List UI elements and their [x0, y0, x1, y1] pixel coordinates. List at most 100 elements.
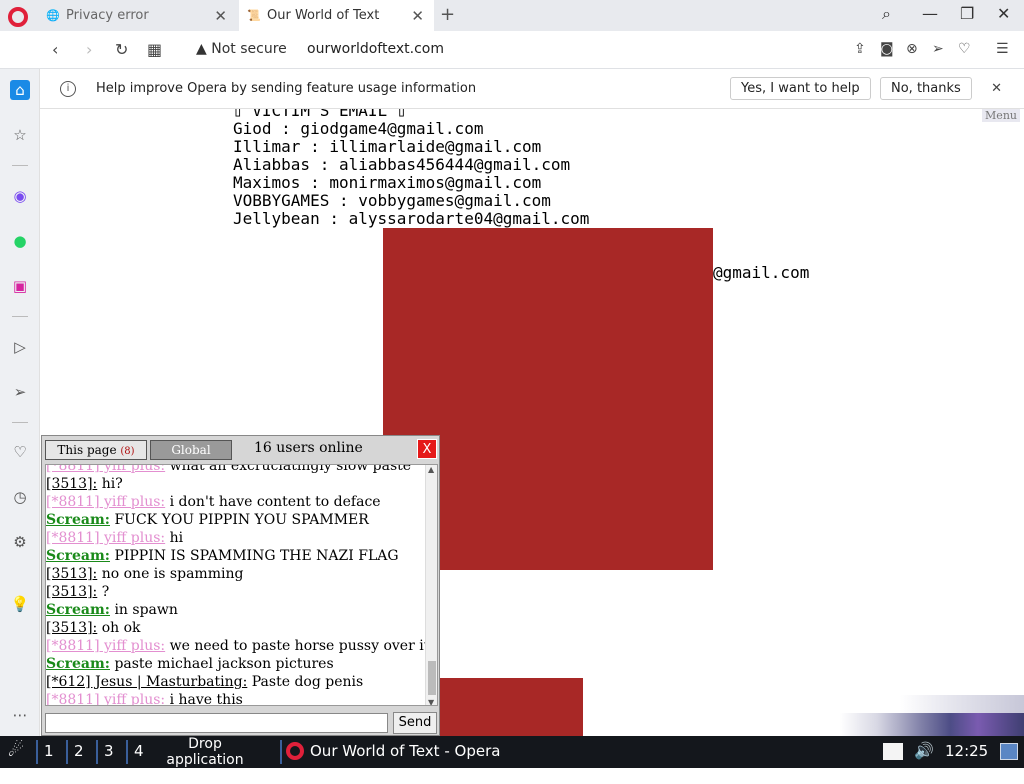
camera-icon[interactable]: ◙: [880, 41, 894, 57]
share-icon[interactable]: ⇪: [854, 41, 866, 57]
chat-nick[interactable]: [*8811] yiff plus:: [46, 494, 165, 510]
speed-dial-icon[interactable]: ☆: [10, 125, 30, 145]
chat-text: paste michael jackson pictures: [114, 656, 334, 672]
send-icon[interactable]: ➢: [10, 382, 30, 402]
chat-input[interactable]: [45, 713, 388, 733]
minimize-icon[interactable]: —: [922, 4, 938, 23]
chat-text: oh ok: [101, 620, 141, 636]
workspace-1[interactable]: 1: [44, 742, 54, 760]
send-icon[interactable]: ➢: [932, 41, 944, 57]
globe-icon: 🌐: [46, 9, 60, 22]
chat-send-button[interactable]: Send: [393, 712, 437, 734]
scroll-thumb[interactable]: [428, 661, 436, 695]
tab-our-world-of-text[interactable]: 📜 Our World of Text ✕: [239, 0, 434, 31]
text-line: Jellybean : alyssarodarte04@gmail.com: [233, 209, 590, 228]
chat-nick[interactable]: [*8811] yiff plus:: [46, 638, 165, 654]
close-window-icon[interactable]: ✕: [997, 4, 1010, 23]
history-icon[interactable]: ◷: [10, 487, 30, 507]
chat-message: [*8811] yiff plus: we need to paste hors…: [46, 637, 429, 655]
divider: [12, 316, 28, 317]
notes-tray-icon[interactable]: [883, 743, 903, 760]
text-line: Aliabbas : aliabbas456444@gmail.com: [233, 155, 571, 174]
restore-icon[interactable]: ❐: [960, 4, 974, 23]
chat-nick[interactable]: [*612] Jesus | Masturbating:: [46, 674, 247, 690]
text-line: Illimar : illimarlaide@gmail.com: [233, 137, 542, 156]
easy-setup-icon[interactable]: ☰: [996, 41, 1009, 57]
opera-menu-icon[interactable]: [8, 7, 28, 27]
chat-text: hi: [169, 530, 184, 546]
chat-text: PIPPIN IS SPAMMING THE NAZI FLAG: [114, 548, 399, 564]
chat-nick[interactable]: [*8811] yiff plus:: [46, 465, 165, 474]
divider: [66, 740, 68, 764]
desktop-tray-icon[interactable]: [1000, 743, 1018, 760]
workspace-3[interactable]: 3: [104, 742, 114, 760]
url-field[interactable]: ourworldoftext.com: [307, 41, 444, 57]
text-line: VOBBYGAMES : vobbygames@gmail.com: [233, 191, 551, 210]
scroll-down-icon[interactable]: ▼: [428, 698, 434, 705]
text-line: Maximos : monirmaximos@gmail.com: [233, 173, 542, 192]
chat-text: FUCK YOU PIPPIN YOU SPAMMER: [114, 512, 369, 528]
launcher-drop-hint: Drop application icons here: [166, 736, 244, 784]
reload-icon[interactable]: ↻: [115, 40, 128, 59]
security-indicator[interactable]: ▲ Not secure: [196, 41, 287, 57]
chat-nick[interactable]: Scream:: [46, 602, 110, 618]
chat-message: Scream: paste michael jackson pictures: [46, 655, 334, 673]
world-menu-button[interactable]: Menu: [982, 109, 1020, 122]
chat-scrollbar[interactable]: ▲ ▼: [425, 465, 437, 705]
chat-message: [3513]: no one is spamming: [46, 565, 243, 583]
close-infobar-icon[interactable]: ✕: [991, 81, 1002, 96]
forward-icon[interactable]: ›: [86, 40, 92, 59]
tab-privacy-error[interactable]: 🌐 Privacy error ✕: [38, 0, 237, 31]
lightbulb-icon[interactable]: 💡: [10, 594, 30, 614]
settings-icon[interactable]: ⚙: [10, 532, 30, 552]
chat-message: Scream: in spawn: [46, 601, 178, 619]
chat-log[interactable]: [*8811] yiff plus: what an excruciatingl…: [45, 464, 438, 706]
chat-message: Scream: FUCK YOU PIPPIN YOU SPAMMER: [46, 511, 369, 529]
heart-icon[interactable]: ♡: [958, 41, 971, 57]
chat-tab-global[interactable]: Global: [150, 440, 232, 460]
chat-message: Scream: PIPPIN IS SPAMMING THE NAZI FLAG: [46, 547, 399, 565]
chat-message: [3513]: hi?: [46, 475, 123, 493]
more-icon[interactable]: ⋯: [10, 705, 30, 725]
heart-icon[interactable]: ♡: [10, 442, 30, 462]
chat-nick[interactable]: [*8811] yiff plus:: [46, 530, 165, 546]
tabs-grid-icon[interactable]: ▦: [147, 40, 162, 59]
chat-close-button[interactable]: X: [417, 439, 437, 459]
back-icon[interactable]: ‹: [52, 40, 58, 59]
text-line: Giod : giodgame4@gmail.com: [233, 119, 484, 138]
adblock-icon[interactable]: ⊗: [906, 41, 918, 57]
decline-button[interactable]: No, thanks: [880, 77, 972, 100]
close-tab-icon[interactable]: ✕: [214, 7, 227, 25]
new-tab-button[interactable]: +: [440, 4, 455, 25]
accept-button[interactable]: Yes, I want to help: [730, 77, 871, 100]
chat-nick[interactable]: [*8811] yiff plus:: [46, 692, 165, 705]
taskbar-app-opera[interactable]: Our World of Text - Opera: [286, 742, 500, 760]
start-menu-icon[interactable]: ☄: [8, 740, 24, 761]
home-icon[interactable]: ⌂: [10, 80, 30, 100]
chat-nick[interactable]: Scream:: [46, 656, 110, 672]
tab-bar: 🌐 Privacy error ✕ 📜 Our World of Text ✕ …: [0, 0, 1024, 31]
text-line: @gmail.com: [713, 263, 810, 282]
player-icon[interactable]: ▷: [10, 337, 30, 357]
chat-nick[interactable]: [3513]:: [46, 584, 97, 600]
address-bar: ‹ › ↻ ▦ ▲ Not secure ourworldoftext.com …: [0, 31, 1024, 69]
chat-nick[interactable]: Scream:: [46, 548, 110, 564]
volume-icon[interactable]: 🔊: [914, 741, 934, 760]
close-tab-icon[interactable]: ✕: [411, 7, 424, 25]
chat-tab-this-page[interactable]: This page (8): [45, 440, 147, 460]
whatsapp-icon[interactable]: ●: [10, 231, 30, 251]
chat-message: [*8811] yiff plus: i have this: [46, 691, 243, 705]
site-favicon-icon: 📜: [247, 9, 261, 22]
workspace-4[interactable]: 4: [134, 742, 144, 760]
instagram-icon[interactable]: ▣: [10, 276, 30, 296]
scroll-up-icon[interactable]: ▲: [428, 465, 434, 474]
workspace-2[interactable]: 2: [74, 742, 84, 760]
search-tabs-icon[interactable]: ⌕: [882, 4, 891, 24]
chat-nick[interactable]: [3513]:: [46, 476, 97, 492]
clock: 12:25: [945, 742, 989, 760]
chat-nick[interactable]: Scream:: [46, 512, 110, 528]
chat-nick[interactable]: [3513]:: [46, 566, 97, 582]
chat-nick[interactable]: [3513]:: [46, 620, 97, 636]
messenger-icon[interactable]: ◉: [10, 186, 30, 206]
tab-label: Privacy error: [66, 8, 149, 23]
